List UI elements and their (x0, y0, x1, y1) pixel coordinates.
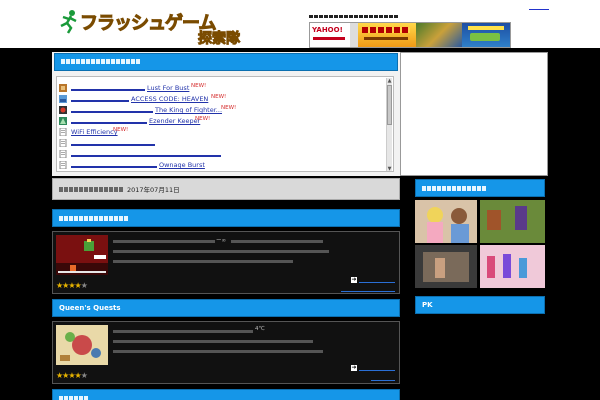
logo-text: フラッシュゲーム (79, 13, 216, 35)
site-logo[interactable]: フラッシュゲーム 探索隊 (58, 6, 258, 48)
last-update: 2017年07月11日 (52, 178, 400, 200)
queens-quests-sub-link[interactable] (371, 375, 395, 381)
rating-stars: ★★★★★ (56, 371, 88, 380)
new-games-header (54, 53, 398, 71)
right-ad-box[interactable] (400, 52, 548, 176)
pk-section-title[interactable]: PK (422, 301, 433, 309)
banner-art (416, 23, 462, 47)
scroll-up-icon[interactable]: ▲ (387, 78, 392, 84)
document-icon (59, 139, 67, 147)
header-caption-text (309, 15, 399, 18)
header-ad-banner[interactable]: YAHOO! (309, 22, 511, 48)
document-icon (59, 161, 67, 169)
featured-game-link[interactable] (359, 277, 395, 283)
new-games-list[interactable]: Lust For Bust NEW! ACCESS CODE: HEAVEN N… (56, 76, 394, 172)
arrow-right-icon: ➜ (351, 364, 357, 371)
banner-game (462, 23, 510, 47)
queens-quests-thumbnail[interactable] (56, 325, 108, 365)
logo-subtitle: 探索隊 (198, 31, 241, 48)
game-thumb-icon (59, 95, 67, 103)
right-section-header (415, 179, 545, 197)
game-thumb-icon (59, 117, 67, 125)
queens-quests-link[interactable] (359, 365, 395, 371)
document-icon (59, 128, 67, 136)
game-thumb-icon (59, 84, 67, 92)
update-date: 2017年07月11日 (127, 186, 180, 194)
queens-quests-card: 4℃ ★★★★★ ➜ (52, 321, 400, 384)
document-icon (59, 150, 67, 158)
featured-game-thumbnail[interactable] (56, 235, 108, 275)
running-man-icon (60, 10, 77, 34)
featured-section-header (52, 209, 400, 227)
next-section-header (52, 389, 400, 400)
new-games-panel: Lust For Bust NEW! ACCESS CODE: HEAVEN N… (52, 52, 400, 176)
site-header: フラッシュゲーム 探索隊 YAHOO! (0, 0, 600, 48)
arrow-right-icon: ➜ (351, 276, 357, 283)
featured-game-sub-link[interactable] (341, 286, 395, 292)
game-thumb-icon (59, 106, 67, 114)
scroll-thumb[interactable] (387, 85, 392, 125)
featured-image-grid[interactable] (415, 200, 545, 288)
scroll-down-icon[interactable]: ▼ (387, 166, 392, 171)
queens-quests-header[interactable]: Queen's Quests (52, 299, 400, 317)
rating-stars: ★★★★★ (56, 281, 88, 290)
queens-quests-title[interactable]: Queen's Quests (59, 304, 121, 312)
banner-promo (358, 23, 416, 47)
header-top-link[interactable] (529, 4, 549, 10)
featured-game-card: ー∞ ★★★★★ ➜ (52, 231, 400, 294)
list-scrollbar[interactable]: ▲ ▼ (386, 78, 392, 171)
banner-yahoo: YAHOO! (310, 23, 350, 47)
pk-section-header[interactable]: PK (415, 296, 545, 314)
